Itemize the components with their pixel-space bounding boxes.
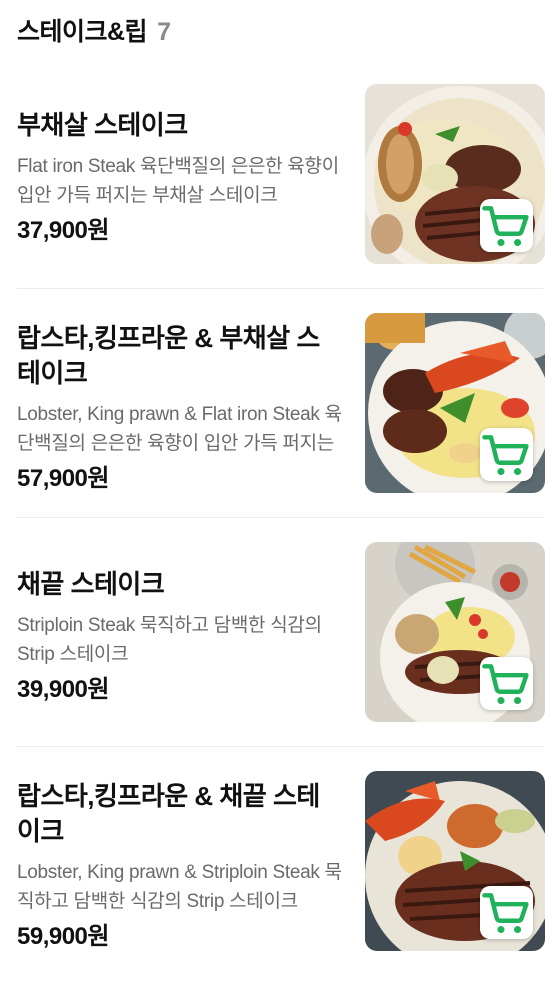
menu-item-name: 랍스타,킹프라운 & 채끝 스테이크 xyxy=(17,781,320,846)
menu-item-text: 랍스타,킹프라운 & 채끝 스테이크 Lobster, King prawn &… xyxy=(17,779,342,952)
menu-item-description: Flat iron Steak 육단백질의 은은한 육향이 입안 가득 퍼지는 … xyxy=(17,156,339,206)
menu-item-name: 랍스타,킹프라운 & 부채살 스테이크 xyxy=(17,323,320,388)
menu-item-photo[interactable] xyxy=(365,313,545,493)
menu-item[interactable]: 랍스타,킹프라운 & 부채살 스테이크 Lobster, King prawn … xyxy=(0,313,559,542)
menu-item-name: 부채살 스테이크 xyxy=(17,110,188,140)
menu-item-photo[interactable] xyxy=(365,771,545,951)
menu-item[interactable]: 부채살 스테이크 Flat iron Steak 육단백질의 은은한 육향이 입… xyxy=(0,84,559,313)
menu-item-name: 채끝 스테이크 xyxy=(17,569,165,599)
item-divider xyxy=(17,746,543,747)
item-divider xyxy=(17,517,543,518)
cart-icon xyxy=(482,663,529,704)
menu-item-photo[interactable] xyxy=(365,84,545,264)
menu-item-description: Lobster, King prawn & Striploin Steak 묵직… xyxy=(17,862,342,912)
add-to-cart-button[interactable] xyxy=(480,428,533,481)
menu-item-text: 랍스타,킹프라운 & 부채살 스테이크 Lobster, King prawn … xyxy=(17,321,342,494)
menu-item-photo[interactable] xyxy=(365,542,545,722)
menu-item-price: 57,900원 xyxy=(17,465,110,492)
add-to-cart-button[interactable] xyxy=(480,199,533,252)
menu-item-description: Striploin Steak 묵직하고 담백한 식감의 Strip 스테이크 xyxy=(17,615,322,665)
section-item-count: 7 xyxy=(157,18,171,46)
menu-item-text: 부채살 스테이크 Flat iron Steak 육단백질의 은은한 육향이 입… xyxy=(17,108,342,246)
cart-icon xyxy=(482,205,529,246)
menu-item-price: 39,900원 xyxy=(17,676,110,703)
item-divider xyxy=(17,288,543,289)
menu-item-price: 37,900원 xyxy=(17,217,110,244)
menu-item[interactable]: 랍스타,킹프라운 & 채끝 스테이크 Lobster, King prawn &… xyxy=(0,771,559,1000)
menu-item-description: Lobster, King prawn & Flat iron Steak 육단… xyxy=(17,404,342,454)
menu-item[interactable]: 채끝 스테이크 Striploin Steak 묵직하고 담백한 식감의 Str… xyxy=(0,542,559,771)
add-to-cart-button[interactable] xyxy=(480,886,533,939)
add-to-cart-button[interactable] xyxy=(480,657,533,710)
cart-icon xyxy=(482,892,529,933)
section-title: 스테이크&립 xyxy=(17,18,148,46)
section-header: 스테이크&립 7 xyxy=(17,12,171,48)
cart-icon xyxy=(482,434,529,475)
menu-item-text: 채끝 스테이크 Striploin Steak 묵직하고 담백한 식감의 Str… xyxy=(17,567,342,705)
menu-item-price: 59,900원 xyxy=(17,923,110,950)
